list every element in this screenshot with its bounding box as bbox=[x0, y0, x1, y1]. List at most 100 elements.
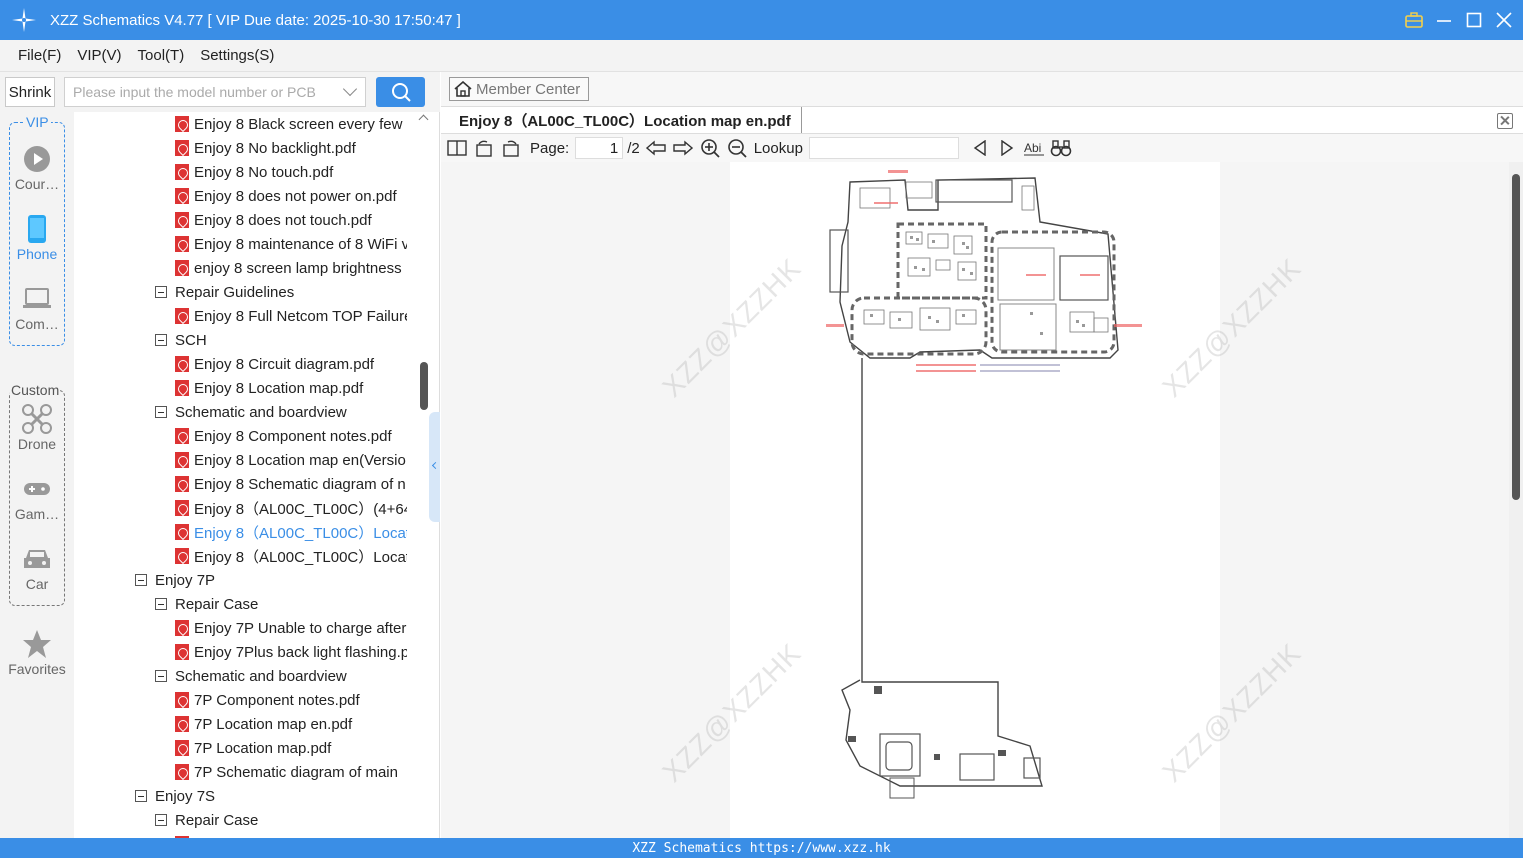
pdf-file-icon bbox=[175, 164, 189, 180]
tree-item-label: Enjoy 8 Location map.pdf bbox=[194, 379, 364, 397]
tree-scrollbar-thumb[interactable] bbox=[420, 362, 428, 410]
document-tab[interactable]: Enjoy 8（AL00C_TL00C）Location map en.pdf bbox=[449, 107, 802, 133]
menu-file[interactable]: File(F) bbox=[18, 47, 61, 64]
tree-folder-item[interactable]: Repair Case bbox=[155, 592, 407, 616]
zoom-out-icon[interactable] bbox=[726, 137, 748, 159]
zoom-in-icon[interactable] bbox=[699, 137, 721, 159]
tree-scrollbar[interactable] bbox=[418, 112, 429, 838]
tree-item-label: 7P Schematic diagram of main bbox=[194, 763, 398, 781]
lookup-input[interactable] bbox=[808, 137, 959, 159]
tree-file-item[interactable]: Enjoy 8（AL00C_TL00C）Locatic bbox=[175, 520, 407, 544]
pdf-file-icon bbox=[175, 644, 189, 660]
tree-file-item[interactable]: Enjoy 8 No backlight.pdf bbox=[175, 136, 407, 160]
pdf-viewer[interactable]: XZZ@XZZHK XZZ@XZZHK XZZ@XZZHK XZZ@XZZHK bbox=[441, 162, 1509, 838]
viewer-scrollbar-thumb[interactable] bbox=[1512, 174, 1520, 500]
tree-item-label: Repair Case bbox=[175, 595, 259, 613]
collapse-toggle-icon[interactable] bbox=[155, 334, 167, 346]
tree-folder-item[interactable]: SCH bbox=[155, 328, 407, 352]
pdf-page bbox=[730, 162, 1220, 838]
tree-file-item[interactable]: Enjoy 8（AL00C_TL00C）Locatic bbox=[175, 544, 407, 568]
briefcase-icon[interactable] bbox=[1405, 11, 1423, 29]
next-page-arrow-icon[interactable] bbox=[672, 137, 694, 159]
member-center-button[interactable]: Member Center bbox=[449, 77, 589, 101]
match-case-icon[interactable]: Abi bbox=[1023, 137, 1045, 159]
tree-folder-item[interactable]: Enjoy 7S bbox=[135, 784, 407, 808]
tree-file-item[interactable]: Enjoy 7Plus back light flashing.p bbox=[175, 640, 407, 664]
tree-file-item[interactable]: Enjoy 8 Component notes.pdf bbox=[175, 424, 407, 448]
sidebar-item-game[interactable]: Gam… bbox=[0, 474, 74, 522]
collapse-toggle-icon[interactable] bbox=[155, 286, 167, 298]
sidebar-item-phone[interactable]: Phone bbox=[0, 214, 74, 262]
sidebar-item-favorites[interactable]: Favorites bbox=[0, 629, 74, 677]
tree-file-item[interactable]: Enjoy 8 Location map en(Versio bbox=[175, 448, 407, 472]
tree-item-label: Enjoy 8 Component notes.pdf bbox=[194, 427, 392, 445]
menu-vip[interactable]: VIP(V) bbox=[77, 47, 121, 64]
tree-file-item[interactable]: 7P Location map.pdf bbox=[175, 736, 407, 760]
tree-file-item[interactable]: Enjoy 8 maintenance of 8 WiFi v bbox=[175, 232, 407, 256]
tree-file-item[interactable]: Enjoy 8 does not touch.pdf bbox=[175, 208, 407, 232]
collapse-toggle-icon[interactable] bbox=[155, 598, 167, 610]
pdf-file-icon bbox=[175, 116, 189, 132]
close-tab-icon[interactable] bbox=[1497, 113, 1513, 129]
collapse-toggle-icon[interactable] bbox=[155, 406, 167, 418]
close-button[interactable] bbox=[1495, 11, 1513, 29]
chevron-down-icon[interactable] bbox=[342, 81, 358, 97]
sidebar-item-computer[interactable]: Com… bbox=[0, 284, 74, 332]
minimize-button[interactable] bbox=[1435, 11, 1453, 29]
menu-tool[interactable]: Tool(T) bbox=[138, 47, 185, 64]
collapse-toggle-icon[interactable] bbox=[135, 574, 147, 586]
collapse-toggle-icon[interactable] bbox=[135, 790, 147, 802]
collapse-panel-handle[interactable] bbox=[429, 412, 440, 522]
rotate-left-icon[interactable] bbox=[473, 137, 495, 159]
page-number-input[interactable]: 1 bbox=[575, 137, 624, 159]
prev-page-arrow-icon[interactable] bbox=[645, 137, 667, 159]
find-prev-icon[interactable] bbox=[969, 137, 991, 159]
tree-file-item[interactable]: Enjoy 8 No touch.pdf bbox=[175, 160, 407, 184]
pdf-file-icon bbox=[175, 188, 189, 204]
rotate-right-icon[interactable] bbox=[500, 137, 522, 159]
scroll-up-icon[interactable] bbox=[418, 114, 429, 125]
tree-item-label: Enjoy 8 does not touch.pdf bbox=[194, 211, 372, 229]
tree-file-item[interactable]: Enjoy 8 Black screen every few s bbox=[175, 112, 407, 136]
search-input[interactable]: Please input the model number or PCB bbox=[64, 77, 366, 107]
pdf-file-icon bbox=[175, 260, 189, 276]
find-next-icon[interactable] bbox=[996, 137, 1018, 159]
tree-folder-item[interactable]: Schematic and boardview bbox=[155, 400, 407, 424]
tree-file-item[interactable]: Enjoy 8 does not power on.pdf bbox=[175, 184, 407, 208]
tree-item-label: 7P Component notes.pdf bbox=[194, 691, 360, 709]
tree-folder-item[interactable]: Repair Case bbox=[155, 808, 407, 832]
sidebar-item-courses[interactable]: Cour… bbox=[0, 144, 74, 192]
tree-folder-item[interactable]: Schematic and boardview bbox=[155, 664, 407, 688]
dual-page-icon[interactable] bbox=[446, 137, 468, 159]
maximize-button[interactable] bbox=[1465, 11, 1483, 29]
tree-file-item[interactable]: 7P Location map en.pdf bbox=[175, 712, 407, 736]
tree-file-item[interactable]: enjoy 8 screen lamp brightness bbox=[175, 256, 407, 280]
pdf-file-icon bbox=[175, 308, 189, 324]
tree-file-item[interactable]: Enjoy 8（AL00C_TL00C）(4+64G bbox=[175, 496, 407, 520]
pdf-file-icon bbox=[175, 764, 189, 780]
tree-file-item[interactable]: Enjoy 8 Circuit diagram.pdf bbox=[175, 352, 407, 376]
tree-item-label: Enjoy 7P Unable to charge after bbox=[194, 619, 407, 637]
tree-file-item[interactable]: Enjoy 8 Location map.pdf bbox=[175, 376, 407, 400]
binoculars-icon[interactable] bbox=[1050, 137, 1072, 159]
tree-file-item[interactable]: 7P Component notes.pdf bbox=[175, 688, 407, 712]
tree-file-item[interactable]: Enjoy 8 Schematic diagram of n bbox=[175, 472, 407, 496]
tree-file-item[interactable]: Enjoy 7P Unable to charge after bbox=[175, 616, 407, 640]
collapse-toggle-icon[interactable] bbox=[155, 814, 167, 826]
viewer-pane: Member Center Enjoy 8（AL00C_TL00C）Locati… bbox=[441, 72, 1523, 838]
tree-file-item[interactable]: 7P Schematic diagram of main bbox=[175, 760, 407, 784]
menu-settings[interactable]: Settings(S) bbox=[200, 47, 274, 64]
tree-item-label: enjoy 8 screen lamp brightness bbox=[194, 259, 402, 277]
tree-folder-item[interactable]: Enjoy 7P bbox=[135, 568, 407, 592]
tree-item-label: Schematic and boardview bbox=[175, 403, 347, 421]
collapse-toggle-icon[interactable] bbox=[155, 670, 167, 682]
tree-folder-item[interactable]: Repair Guidelines bbox=[155, 280, 407, 304]
tree-file-item[interactable]: Enjoy 8 Full Netcom TOP Failure bbox=[175, 304, 407, 328]
sidebar-item-car[interactable]: Car bbox=[0, 544, 74, 592]
sidebar-item-drone[interactable]: Drone bbox=[0, 404, 74, 452]
search-button[interactable] bbox=[376, 77, 425, 107]
tree-item-label: Enjoy 8 Black screen every few s bbox=[194, 115, 407, 133]
shrink-button[interactable]: Shrink bbox=[5, 77, 55, 107]
viewer-scrollbar[interactable] bbox=[1509, 162, 1523, 838]
tree-item-label: Enjoy 8（AL00C_TL00C）Locatic bbox=[194, 548, 407, 566]
